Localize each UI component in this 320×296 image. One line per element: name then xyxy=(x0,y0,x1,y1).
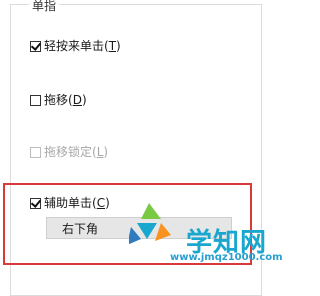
dropdown-selected-value: 右下角 xyxy=(62,221,99,236)
secondary-click-label: 辅助单击(C) xyxy=(44,196,110,210)
drag-option[interactable]: 拖移(D) xyxy=(30,92,87,108)
drag-lock-label: 拖移锁定(L) xyxy=(44,145,109,159)
drag-checkbox[interactable] xyxy=(30,94,41,106)
tap-to-click-label: 轻按来单击(T) xyxy=(44,39,121,53)
tap-to-click-option[interactable]: 轻按来单击(T) xyxy=(30,38,121,54)
drag-lock-option: 拖移锁定(L) xyxy=(30,144,108,160)
drag-lock-checkbox xyxy=(30,146,41,158)
secondary-click-checkbox[interactable] xyxy=(30,197,41,209)
tap-to-click-checkbox[interactable] xyxy=(30,40,41,52)
watermark-url: www.jmqz1000.com xyxy=(170,252,283,263)
secondary-click-option[interactable]: 辅助单击(C) xyxy=(30,195,110,211)
group-title: 单指 xyxy=(29,0,60,13)
drag-label: 拖移(D) xyxy=(44,93,87,107)
settings-panel: 单指 轻按来单击(T) 拖移(D) 拖移锁定(L) 辅助单击(C) 右下角 学知… xyxy=(0,0,289,296)
